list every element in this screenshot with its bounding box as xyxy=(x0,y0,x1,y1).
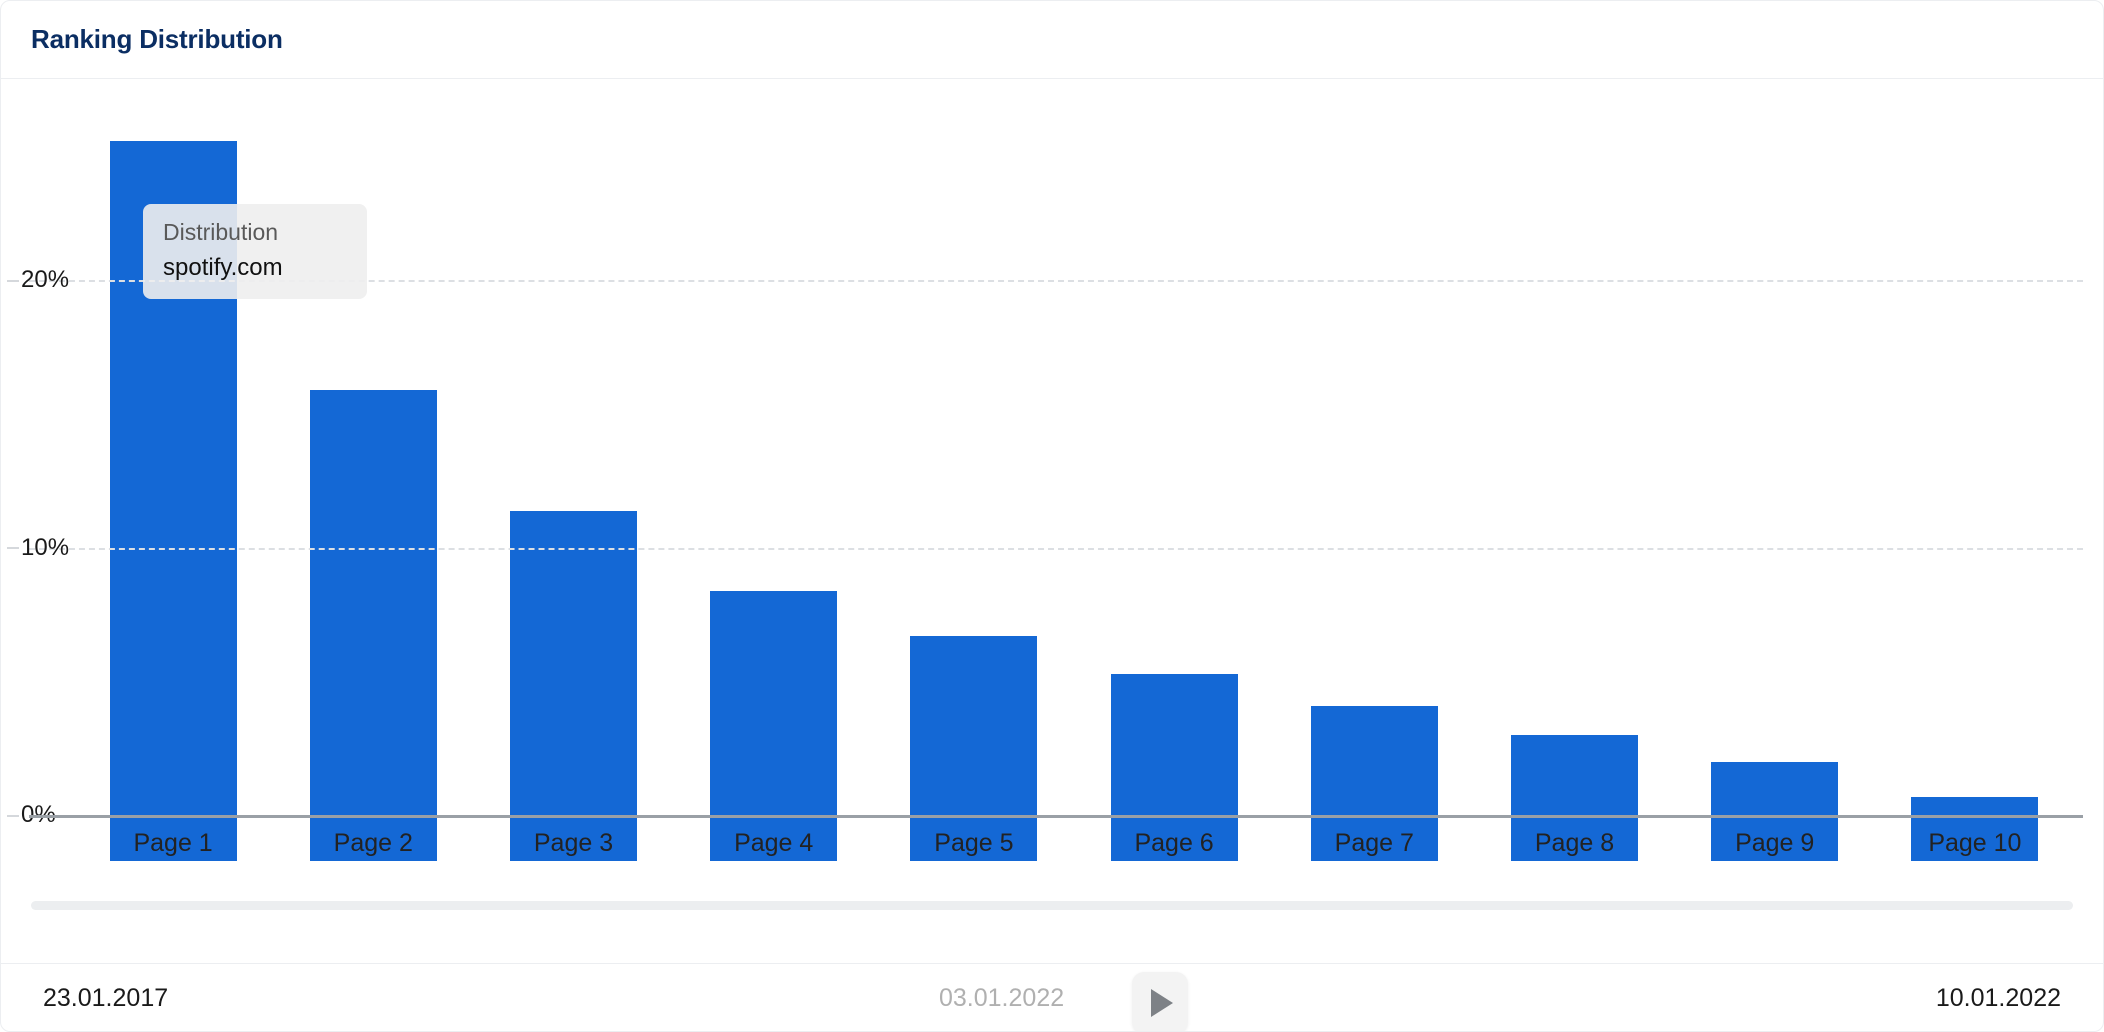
tooltip-series-label: Distribution xyxy=(163,219,279,245)
x-axis-tick-label: Page 10 xyxy=(1928,829,2022,857)
bar-rect xyxy=(910,636,1038,861)
bar-2[interactable] xyxy=(309,390,437,861)
gridline xyxy=(29,547,2083,550)
x-axis-tick-label: Page 5 xyxy=(934,829,1014,857)
bar-chart-plot: 0%10%20%Page 1Page 2Page 3Page 4Page 5Pa… xyxy=(1,79,2103,861)
x-axis-tick-label: Page 3 xyxy=(533,829,614,857)
x-axis-tick-label: Page 7 xyxy=(1334,829,1414,857)
x-axis-tick-label: Page 8 xyxy=(1534,829,1615,857)
x-axis-tick-label: Page 4 xyxy=(734,829,814,857)
x-axis-tick-label: Page 2 xyxy=(333,829,413,857)
bar-rect xyxy=(509,510,638,861)
bar-3[interactable] xyxy=(509,510,638,861)
horizontal-scrollbar[interactable] xyxy=(31,901,2073,910)
bar-rect xyxy=(309,390,437,861)
x-axis-tick-label: Page 6 xyxy=(1134,829,1214,857)
timeline-current-date: 03.01.2022 xyxy=(939,984,1065,1012)
chart-area: 0%10%20%Page 1Page 2Page 3Page 4Page 5Pa… xyxy=(1,79,2103,861)
card-header: Ranking Distribution xyxy=(1,1,2103,79)
timeline-footer: 23.01.2017 03.01.2022 10.01.2022 xyxy=(1,963,2103,1031)
play-icon xyxy=(1151,989,1173,1017)
tick-dash-icon xyxy=(7,814,19,817)
y-axis-tick-label: 10% xyxy=(7,534,69,562)
timeline-start-date: 23.01.2017 xyxy=(43,984,169,1012)
y-axis-tick-label: 20% xyxy=(7,266,69,294)
bar-rect xyxy=(710,590,838,861)
ranking-distribution-card: Ranking Distribution 0%10%20%Page 1Page … xyxy=(0,0,2104,1032)
tick-dash-icon xyxy=(7,547,19,550)
tick-dash-icon xyxy=(7,279,19,282)
x-axis-line xyxy=(29,815,2083,818)
play-button[interactable] xyxy=(1132,972,1188,1031)
page-title: Ranking Distribution xyxy=(31,24,283,54)
bar-4[interactable] xyxy=(710,590,838,861)
bar-5[interactable] xyxy=(910,636,1038,861)
x-axis-tick-label: Page 1 xyxy=(133,829,213,857)
tooltip-domain-value: spotify.com xyxy=(163,253,283,281)
timeline-end-date: 10.01.2022 xyxy=(1935,984,2061,1012)
chart-tooltip: Distribution spotify.com xyxy=(143,204,367,300)
bar-series xyxy=(73,79,2075,861)
x-axis-tick-label: Page 9 xyxy=(1735,829,1815,857)
